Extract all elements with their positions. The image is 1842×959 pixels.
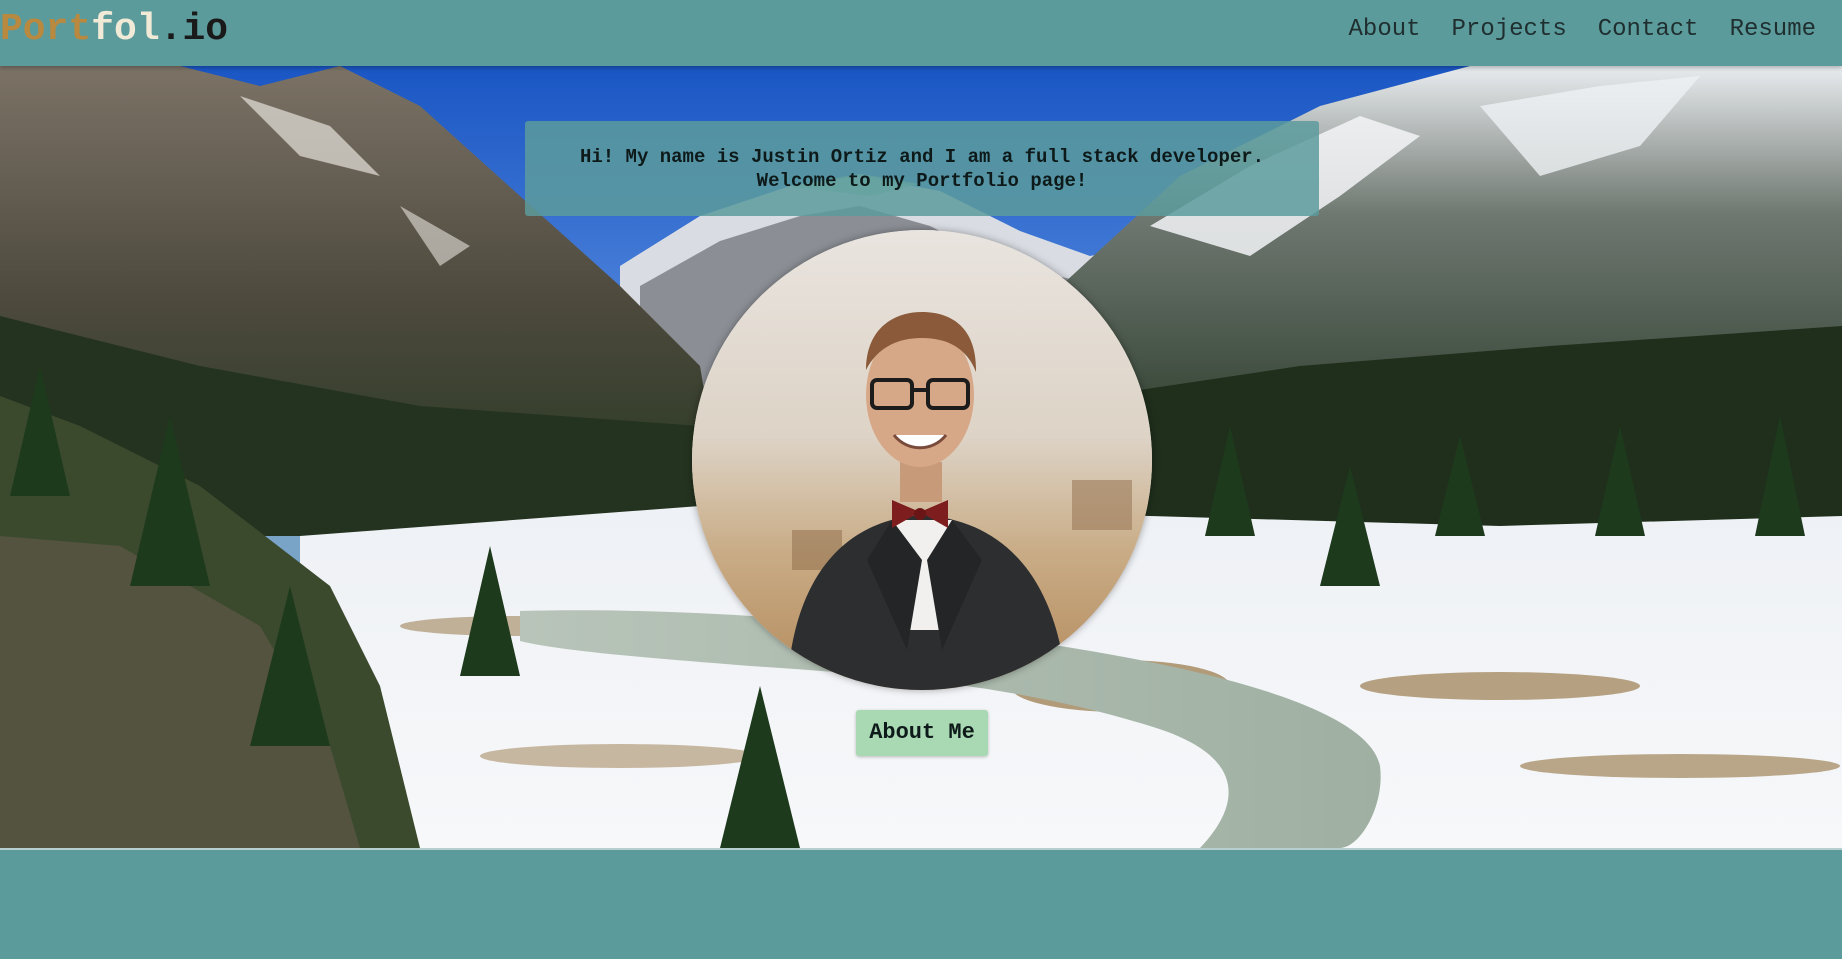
brand-part-fol: fol [91,8,160,51]
nav-link-resume[interactable]: Resume [1730,14,1816,46]
nav-links: About Projects Contact Resume [1349,14,1816,46]
about-me-button[interactable]: About Me [856,710,988,756]
brand-logo[interactable]: Portfol.io [0,8,228,52]
profile-photo [692,230,1152,690]
greeting-box: Hi! My name is Justin Ortiz and I am a f… [525,121,1319,216]
greeting-line-2: Welcome to my Portfolio page! [756,170,1088,192]
footer [0,848,1842,959]
greeting-line-1: Hi! My name is Justin Ortiz and I am a f… [579,146,1265,168]
brand-part-port: Port [0,8,92,51]
brand-part-io: .io [159,8,229,51]
nav-link-projects[interactable]: Projects [1452,14,1567,46]
hero-section: Hi! My name is Justin Ortiz and I am a f… [0,66,1842,848]
nav-link-contact[interactable]: Contact [1598,14,1699,46]
nav-link-about[interactable]: About [1349,14,1421,46]
navbar: Portfol.io About Projects Contact Resume [0,0,1842,66]
